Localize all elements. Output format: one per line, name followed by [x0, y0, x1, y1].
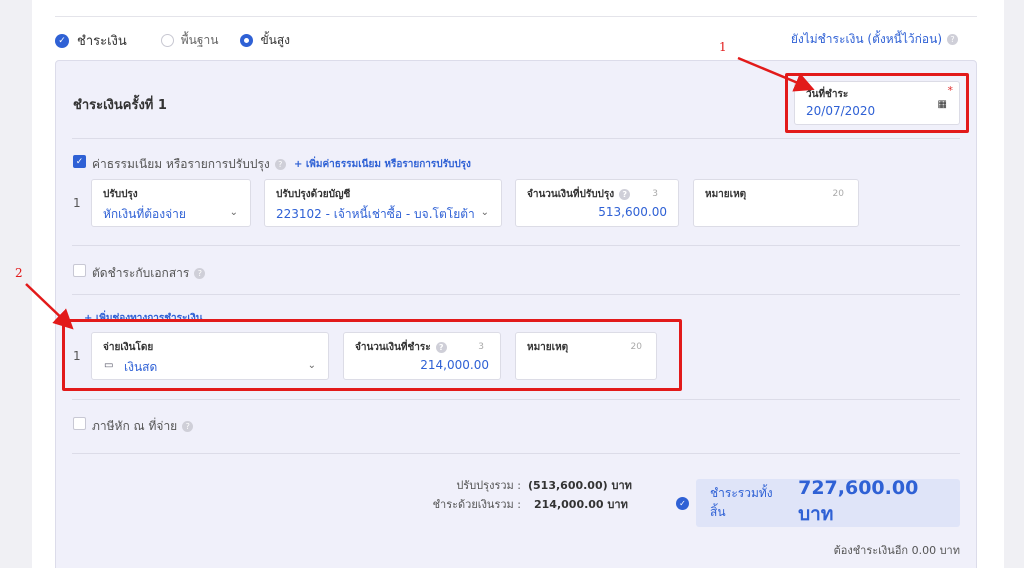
adjust-checkbox[interactable]: ✓	[73, 155, 86, 168]
help-icon[interactable]: ?	[619, 189, 631, 200]
annotation-number-2: 2	[15, 266, 23, 280]
adjust-total-value: (513,600.00) บาท	[528, 479, 632, 492]
paid-total-label: ชำระด้วยเงินรวม :	[432, 498, 521, 511]
adjust-note-input[interactable]: หมายเหตุ 20	[693, 179, 859, 227]
annotation-number-1: 1	[719, 40, 727, 54]
offset-docs-label-wrap: ตัดชำระกับเอกสาร ?	[92, 264, 206, 283]
adjust-amount-input[interactable]: จำนวนเงินที่ปรับปรุง? 3 513,600.00	[515, 179, 679, 227]
char-count: 20	[832, 189, 844, 199]
radio-selected-icon	[240, 34, 254, 47]
annotation-box-1	[785, 73, 969, 133]
adjust-amount-label: จำนวนเงินที่ปรับปรุง	[527, 189, 615, 200]
add-adjustment-link[interactable]: + เพิ่มค่าธรรมเนียม หรือรายการปรับปรุง	[294, 157, 471, 172]
offset-docs-label: ตัดชำระกับเอกสาร	[92, 266, 190, 280]
remaining-amount: ต้องชำระเงินอีก 0.00 บาท	[833, 544, 960, 557]
help-icon[interactable]: ?	[194, 268, 206, 279]
adjust-type-label: ปรับปรุง	[103, 189, 138, 200]
mode-advanced-radio[interactable]: ขั้นสูง	[240, 31, 290, 50]
chevron-down-icon: ⌄	[229, 207, 238, 218]
withholding-checkbox[interactable]	[73, 417, 86, 430]
radio-icon	[160, 34, 174, 47]
adjust-type-select[interactable]: ปรับปรุง หักเงินที่ต้องจ่าย ⌄	[91, 179, 251, 227]
divider	[72, 138, 960, 139]
payment-panel: ชำระเงินครั้งที่ 1 วันที่ชำระ 20/07/2020…	[55, 60, 977, 568]
unpaid-link[interactable]: ยังไม่ชำระเงิน (ตั้งหนี้ไว้ก่อน) ?	[791, 30, 958, 49]
divider	[55, 16, 977, 17]
adjust-total-label: ปรับปรุงรวม :	[456, 479, 521, 492]
divider	[72, 399, 960, 400]
divider	[72, 245, 960, 246]
check-circle-icon: ✓	[55, 33, 69, 48]
mode-advanced-label: ขั้นสูง	[260, 33, 291, 47]
grand-total-box: ชำระรวมทั้งสิ้น 727,600.00 บาท	[696, 477, 960, 527]
check-circle-icon: ✓	[676, 497, 689, 510]
unpaid-link-label: ยังไม่ชำระเงิน (ตั้งหนี้ไว้ก่อน)	[790, 32, 942, 46]
offset-docs-checkbox[interactable]	[73, 264, 86, 277]
adjust-amount-label-wrap: จำนวนเงินที่ปรับปรุง?	[527, 187, 631, 202]
help-icon[interactable]: ?	[947, 34, 958, 45]
divider	[72, 294, 960, 295]
panel-title: ชำระเงินครั้งที่ 1	[73, 98, 167, 113]
payment-header: ✓ ชำระเงิน พื้นฐาน ขั้นสูง	[55, 30, 290, 51]
paid-total-value: 214,000.00 บาท	[534, 498, 628, 511]
adjust-checkbox-label-wrap: ค่าธรรมเนียม หรือรายการปรับปรุง ?	[92, 155, 286, 174]
adjust-account-label: ปรับปรุงด้วยบัญชี	[276, 189, 351, 200]
adjust-note-label: หมายเหตุ	[705, 189, 747, 200]
adjust-type-value: หักเงินที่ต้องจ่าย	[103, 207, 186, 221]
mode-basic-label: พื้นฐาน	[180, 33, 219, 47]
withholding-label-wrap: ภาษีหัก ณ ที่จ่าย ?	[92, 417, 194, 436]
withholding-label: ภาษีหัก ณ ที่จ่าย	[92, 419, 178, 433]
row-number: 1	[73, 196, 81, 210]
payment-title: ชำระเงิน	[77, 34, 127, 49]
chevron-down-icon: ⌄	[480, 207, 489, 218]
grand-total-label: ชำระรวมทั้งสิ้น	[710, 486, 773, 519]
char-count: 3	[652, 189, 658, 199]
adjust-account-value: 223102 - เจ้าหนี้เช่าซื้อ - บจ.โตโยต้า	[276, 207, 475, 221]
adjust-checkbox-label: ค่าธรรมเนียม หรือรายการปรับปรุง	[92, 157, 270, 171]
divider	[72, 453, 960, 454]
help-icon[interactable]: ?	[274, 159, 286, 170]
mode-basic-radio[interactable]: พื้นฐาน	[160, 31, 219, 50]
help-icon[interactable]: ?	[182, 421, 194, 432]
grand-total-value: 727,600.00 บาท	[798, 477, 919, 525]
adjust-amount-value: 513,600.00	[598, 205, 667, 219]
annotation-box-2	[62, 319, 682, 391]
adjust-account-select[interactable]: ปรับปรุงด้วยบัญชี 223102 - เจ้าหนี้เช่าซ…	[264, 179, 502, 227]
